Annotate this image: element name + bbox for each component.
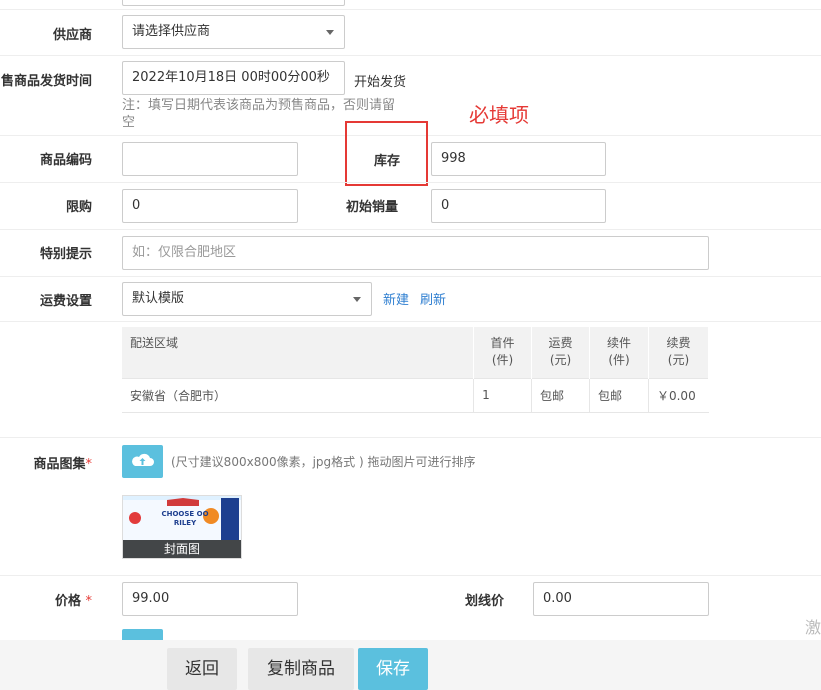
cell-freight: 包邮 [531, 377, 591, 413]
freight-template-value: 默认模版 [132, 291, 185, 306]
presale-suffix: 开始发货 [354, 75, 407, 90]
initial-sales-label: 初始销量 [345, 200, 398, 215]
strike-price-input[interactable]: 0.00 [533, 582, 709, 616]
special-tip-label: 特别提示 [39, 247, 92, 262]
price-label-text: 价格 [54, 594, 81, 609]
gallery-label-text: 商品图集 [33, 457, 86, 472]
stock-input[interactable]: 998 [431, 142, 606, 176]
special-tip-input[interactable]: 如：仅限合肥地区 [122, 236, 709, 270]
chevron-down-icon [326, 30, 334, 35]
required-mark: * [85, 594, 93, 609]
back-button[interactable]: 返回 [167, 648, 237, 690]
thumb-brand-text: CHOOSE OO RILEY [155, 510, 215, 528]
required-mark: * [85, 457, 93, 472]
col-header-extra-fee: 续费 (元) [648, 327, 710, 378]
freight-template-select[interactable]: 默认模版 [122, 282, 372, 316]
refresh-link[interactable]: 刷新 [420, 289, 446, 308]
price-input[interactable]: 99.00 [122, 582, 298, 616]
supplier-label: 供应商 [52, 28, 92, 43]
cell-region: 安徽省（合肥市） [122, 377, 475, 413]
top-partial-input[interactable] [122, 0, 345, 6]
shipping-table: 配送区域 首件 (件) 运费 (元) 续件 (件) 续费 (元) 安徽省（合肥市… [122, 327, 710, 413]
price-label: 价格 * [0, 590, 92, 609]
required-annotation: 必填项 [469, 103, 529, 127]
row-divider [0, 276, 821, 277]
cell-extra-item: 包邮 [589, 377, 649, 413]
supplier-select-value: 请选择供应商 [132, 24, 211, 39]
col-header-extra-item: 续件 (件) [589, 327, 649, 378]
cover-thumbnail[interactable]: CHOOSE OO RILEY 封面图 [122, 495, 242, 559]
limit-input[interactable]: 0 [122, 189, 298, 223]
cell-first-item: 1 [473, 377, 533, 413]
copy-product-button[interactable]: 复制商品 [248, 648, 354, 690]
row-divider [0, 55, 821, 56]
new-template-link[interactable]: 新建 [383, 289, 409, 308]
presale-note-line1: 注：填写日期代表该商品为预售商品，否则请留 [122, 98, 396, 113]
supplier-select[interactable]: 请选择供应商 [122, 15, 345, 49]
presale-time-label: 售商品发货时间 [0, 74, 92, 89]
row-divider [0, 575, 821, 576]
row-divider [0, 229, 821, 230]
shipping-table-header: 配送区域 首件 (件) 运费 (元) 续件 (件) 续费 (元) [122, 327, 710, 378]
table-row: 安徽省（合肥市） 1 包邮 包邮 ￥0.00 [122, 377, 709, 413]
col-header-freight: 运费 (元) [531, 327, 591, 378]
freight-label: 运费设置 [39, 294, 92, 309]
row-divider [0, 321, 821, 322]
save-button[interactable]: 保存 [358, 648, 428, 690]
presale-time-input[interactable]: 2022年10月18日 00时00分00秒 [122, 61, 345, 95]
upload-button[interactable] [122, 445, 163, 478]
side-text-1: 激 [804, 618, 821, 637]
limit-label: 限购 [65, 200, 92, 215]
code-input[interactable] [122, 142, 298, 176]
row-divider [0, 9, 821, 10]
initial-sales-input[interactable]: 0 [431, 189, 606, 223]
strike-price-label: 划线价 [464, 594, 504, 609]
thumb-brand-line1: CHOOSE OO [161, 510, 209, 518]
cover-caption: 封面图 [123, 540, 241, 558]
row-divider [0, 182, 821, 183]
code-label: 商品编码 [39, 153, 92, 168]
cell-extra-fee: ￥0.00 [648, 377, 709, 413]
gallery-hint: (尺寸建议800x800像素，jpg格式 ) 拖动图片可进行排序 [171, 455, 476, 469]
thumb-brand-line2: RILEY [173, 519, 197, 527]
chevron-down-icon [353, 297, 361, 302]
stock-label: 库存 [373, 154, 400, 169]
gallery-label: 商品图集* [0, 453, 92, 472]
col-header-first-item: 首件 (件) [473, 327, 533, 378]
cloud-upload-icon [132, 453, 154, 466]
col-header-region: 配送区域 [122, 327, 475, 378]
row-divider [0, 437, 821, 438]
